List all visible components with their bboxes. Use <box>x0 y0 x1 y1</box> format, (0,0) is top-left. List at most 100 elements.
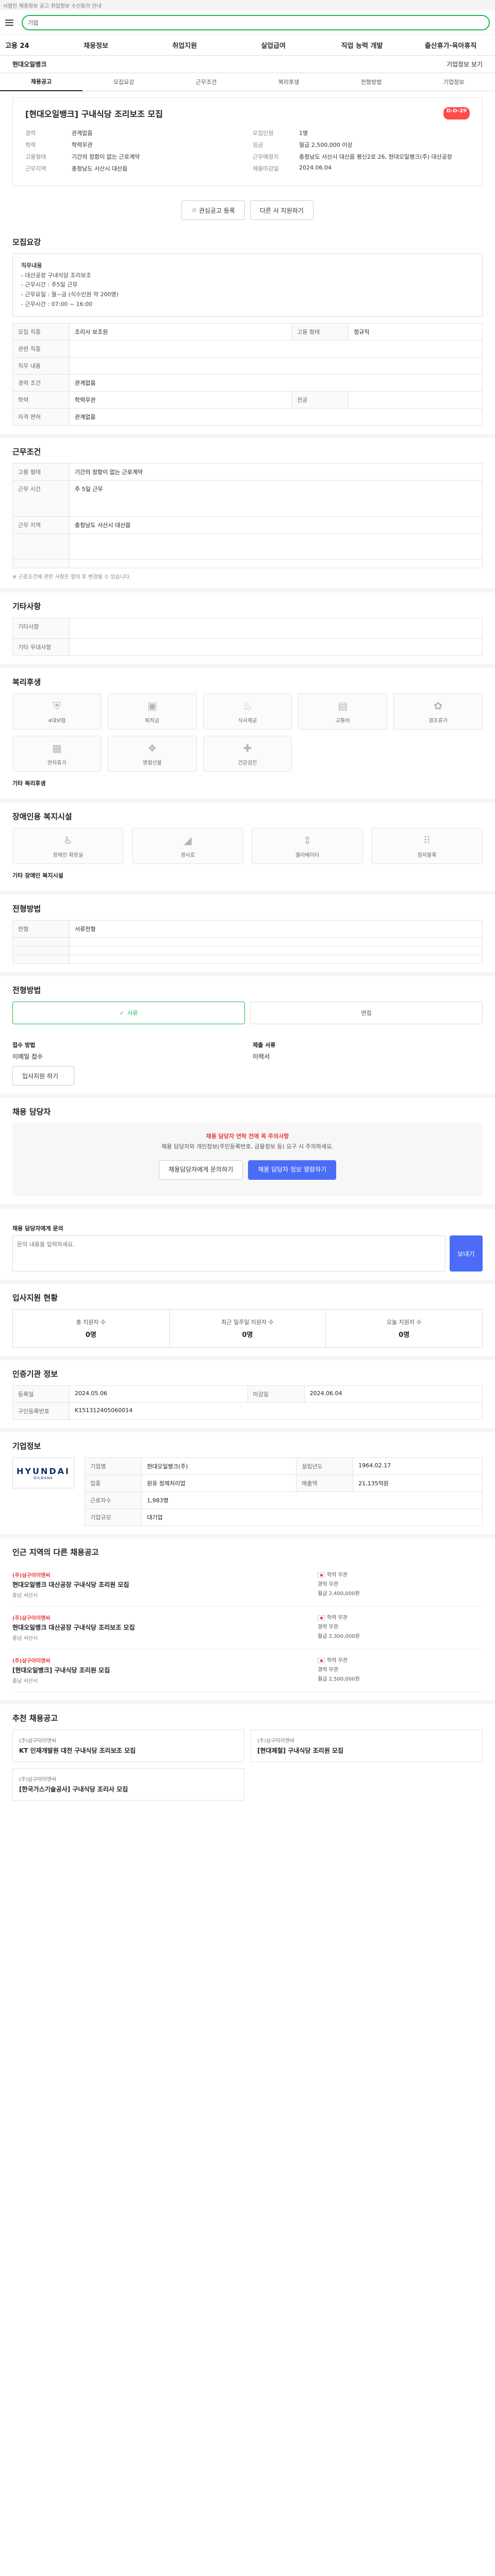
facility-item: ⇕ 엘리베이터 <box>252 828 363 865</box>
apply-method: 이메일 접수 <box>12 1053 43 1061</box>
recommend-card[interactable]: (주)삼구아이앤씨 [한국가스기술공사] 구내식당 조리사 모집 <box>12 1768 244 1801</box>
job-header: [현대오일뱅크] 구내식당 조리보조 모집 D-D-29 경력 관계없음 학력 학력무… <box>12 97 483 186</box>
apply-section: 전형방법 ✓ 서류 면접 접수 방법 이메일 접수 입사지원 하기 제출 서류 이… <box>0 976 495 1098</box>
check-icon: ✓ <box>119 1009 124 1016</box>
main-nav: 고용 24 채용정보 취업지원 실업급여 직업 능력 개발 출산휴가·육아휴직 <box>0 35 495 56</box>
header: 기업 <box>0 10 495 35</box>
welfare-item: ✿ 경조휴가 <box>393 693 483 730</box>
send-inquiry-button[interactable]: 보내기 <box>449 1235 483 1272</box>
nav-item[interactable]: 취업지원 <box>140 40 229 50</box>
company-name: 현대오일뱅크 <box>12 61 47 68</box>
section-title: 인근 지역의 다른 채용공고 <box>12 1548 99 1557</box>
dday-badge: D-D-29 <box>443 107 470 120</box>
nav-item[interactable]: 출산휴가·육아휴직 <box>406 40 495 50</box>
facility-more-label: 기타 장애인 복지시설 <box>12 872 63 879</box>
facility-grid: ♿ 장애인 화장실 ◢ 경사로 ⇕ 엘리베이터 ⠿ 점자블록 <box>12 828 483 865</box>
job-right-info: 모집인원 1명 임금 월급 2,500,000 이상 근무예정지 충청남도 서산시 대… <box>253 130 452 172</box>
recommend-card[interactable]: (주)삼구아이앤씨 KT 인재개발원 대전 구내식당 조리보조 모집 <box>12 1730 244 1762</box>
step-document: ✓ 서류 <box>12 1002 245 1025</box>
restroom-icon: ♿ <box>63 834 73 846</box>
company-info-link[interactable]: 기업정보 보기 <box>447 60 483 69</box>
list-item[interactable]: (주)삼구아이앤씨 현대오일뱅크 대산공장 구내식당 조리보조 모집 충남 서산시 … <box>12 1606 483 1650</box>
section-title: 추천 채용공고 <box>12 1714 58 1723</box>
job-description-box: 직무내용 - 대산공장 구내식당 조리보조 - 근무시간 : 주5일 근무 - … <box>12 253 483 317</box>
recommend-section: 추천 채용공고 (주)삼구아이앤씨 KT 인재개발원 대전 구내식당 조리보조 모… <box>0 1704 495 1809</box>
star-icon: ☆ <box>191 207 199 214</box>
other-apply-button[interactable]: 다른 사 지원하기 <box>250 200 314 220</box>
apply-stats: 총 지원자 수 0명 최근 일주일 지원자 수 0명 오늘 지원자 수 0명 <box>12 1309 483 1348</box>
bus-icon: ▤ <box>338 699 348 712</box>
health-icon: ✚ <box>243 741 252 754</box>
present-icon: ❖ <box>147 741 157 754</box>
apply-docs: 이력서 <box>253 1053 270 1061</box>
apply-button[interactable]: 입사지원 하기 <box>12 1066 74 1086</box>
section-title: 기타사항 <box>12 602 41 612</box>
nav-item[interactable]: 채용정보 <box>52 40 140 50</box>
company-info-table: 기업명 현대오일뱅크(주) 설립년도 1964.02.17 업종 원유 정제처리업 매출액… <box>85 1458 483 1527</box>
section-title: 입사지원 현황 <box>12 1293 58 1303</box>
tab-welfare[interactable]: 복리후생 <box>248 78 330 86</box>
etc-table: 기타사항 기타 우대사항 <box>12 618 483 656</box>
tab-requirements[interactable]: 모집요강 <box>82 78 165 86</box>
job-actions: ☆ 관심공고 등록 다른 사 지원하기 <box>0 192 495 228</box>
tab-company[interactable]: 기업정보 <box>412 78 495 86</box>
list-item[interactable]: (주)삼구아이앤씨 [현대오일뱅크] 구내식당 조리원 모집 충남 서산시 학력 무… <box>12 1649 483 1692</box>
inquiry-title: 채용 담당자에게 문의 <box>12 1225 63 1232</box>
facility-item: ⠿ 점자블록 <box>371 828 483 865</box>
company-logo: HYUNDAI OILBANK <box>12 1458 74 1489</box>
nav-item[interactable]: 직업 능력 개발 <box>318 40 406 50</box>
section-title: 근무조건 <box>12 447 41 457</box>
inquiry-textarea[interactable] <box>12 1235 446 1272</box>
welfare-item: ▤ 교통비 <box>298 693 388 730</box>
wallet-icon: ▣ <box>147 699 157 712</box>
process-steps: ✓ 서류 면접 <box>12 1002 483 1025</box>
site-logo[interactable]: 고용 24 <box>0 40 52 50</box>
list-item[interactable]: (주)삼구아이앤씨 현대오일뱅크 대산공장 구내식당 조리원 모집 충남 서산시 학… <box>12 1564 483 1607</box>
section-title: 전형방법 <box>12 904 41 914</box>
welfare-item: ♨ 식사제공 <box>203 693 292 730</box>
nav-item[interactable]: 실업급여 <box>229 40 318 50</box>
selection-section: 전형방법 전형 서류전형 <box>0 895 495 977</box>
inquiry-section: 채용 담당자에게 문의 보내기 <box>0 1209 495 1284</box>
section-title: 인증기관 정보 <box>12 1369 58 1379</box>
search-input[interactable]: 기업 <box>22 14 490 30</box>
company-info-section: 기업정보 HYUNDAI OILBANK 기업명 현대오일뱅크(주) 설립년도 196… <box>0 1432 495 1539</box>
similar-jobs-section: 인근 지역의 다른 채용공고 (주)삼구아이앤씨 현대오일뱅크 대산공장 구내식당… <box>0 1538 495 1705</box>
shield-icon: ⛨ <box>53 699 61 712</box>
tab-conditions[interactable]: 근무조건 <box>165 78 248 86</box>
welfare-item: ▦ 연차휴가 <box>12 736 102 772</box>
tab-recruit[interactable]: 채용공고 <box>0 73 82 91</box>
welfare-item: ❖ 명절선물 <box>107 736 197 772</box>
disabled-facility-section: 장애인용 복지시설 ♿ 장애인 화장실 ◢ 경사로 ⇕ 엘리베이터 ⠿ 점자블록 기타 … <box>0 803 495 895</box>
job-left-info: 경력 관계없음 학력 학력무관 고용형태 기간의 정함이 없는 근로계약 근무지역 충청… <box>25 130 140 172</box>
section-title: 장애인용 복지시설 <box>12 812 72 822</box>
bookmark-button[interactable]: ☆ 관심공고 등록 <box>182 200 245 220</box>
welfare-more-label: 기타 복리후생 <box>12 780 46 787</box>
gift-icon: ✿ <box>434 699 442 712</box>
warning-box: 채용 담당자 연락 전에 꼭 주의사항 채용 담당자와 개인정보(주민등록번호,… <box>12 1123 483 1197</box>
elevator-icon: ⇕ <box>303 834 312 846</box>
braille-icon: ⠿ <box>423 834 431 846</box>
company-bar: 현대오일뱅크 기업정보 보기 <box>0 56 495 73</box>
welfare-grid: ⛨ 4대보험 ▣ 퇴직금 ♨ 식사제공 ▤ 교통비 ✿ 경조휴가 ▦ 연차휴가 ❖ 명절선물 … <box>12 693 483 772</box>
job-title: [현대오일뱅크] 구내식당 조리보조 모집 <box>25 109 163 119</box>
welfare-item: ✚ 건강검진 <box>203 736 292 772</box>
conditions-section: 근무조건 고용 형태 기간의 정함이 없는 근로계약 근무 시간 주 5일 근무 근… <box>0 438 495 593</box>
section-title: 채용 담당자 <box>12 1107 51 1117</box>
selection-table: 전형 서류전형 <box>12 920 483 964</box>
hr-info-section: 인증기관 정보 등록일 2024.05.06 마감일 2024.06.04 구인등록번… <box>0 1360 495 1433</box>
tab-bar: 채용공고 모집요강 근무조건 복리후생 전형방법 기업정보 <box>0 73 495 91</box>
welfare-section: 복리후생 ⛨ 4대보험 ▣ 퇴직금 ♨ 식사제공 ▤ 교통비 ✿ 경조휴가 ▦ 연차휴가 ❖… <box>0 668 495 803</box>
conditions-table: 고용 형태 기간의 정함이 없는 근로계약 근무 시간 주 5일 근무 근무 지역 충… <box>12 463 483 569</box>
menu-icon[interactable] <box>5 19 13 26</box>
recommend-card[interactable]: (주)삼구아이앤씨 [현대제철] 구내식당 조리원 모집 <box>251 1730 483 1762</box>
ramp-icon: ◢ <box>184 834 192 846</box>
facility-item: ◢ 경사로 <box>132 828 243 865</box>
recruit-table: 모집 직종 조리사 보조원 고용 형태 정규직 관련 직종 직무 내용 경력 조건 관계… <box>12 323 483 426</box>
step-interview: 면접 <box>250 1002 483 1025</box>
contact-manager-button[interactable]: 채용담당자에게 문의하기 <box>158 1160 243 1180</box>
section-title: 기업정보 <box>12 1442 41 1451</box>
tab-selection[interactable]: 전형방법 <box>330 78 412 86</box>
recruit-section: 모집요강 직무내용 - 대산공장 구내식당 조리보조 - 근무시간 : 주5일 … <box>0 228 495 438</box>
view-manager-button[interactable]: 채용 담당자 정보 열람하기 <box>248 1160 337 1180</box>
